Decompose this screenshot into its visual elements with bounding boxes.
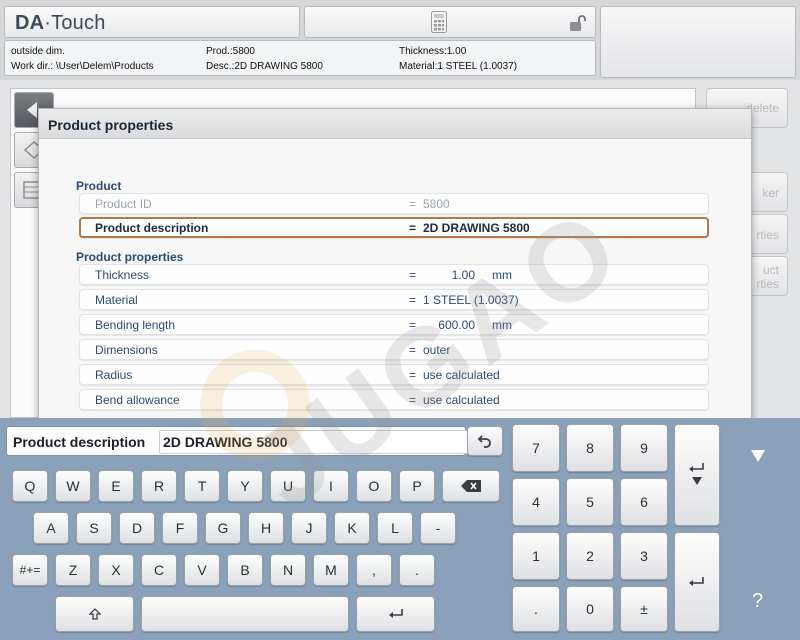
thickness-value: 1.00: [451, 268, 475, 282]
on-screen-keyboard: Product description Q W E R T Y U I O P …: [0, 418, 800, 640]
row-bend-allowance[interactable]: Bend allowance = use calculated: [79, 389, 709, 410]
key-n[interactable]: N: [270, 554, 306, 586]
dialog-body: Product Product ID = 5800 Product descri…: [39, 139, 751, 419]
key-c[interactable]: C: [141, 554, 177, 586]
key-b[interactable]: B: [227, 554, 263, 586]
key-t[interactable]: T: [184, 470, 220, 502]
section-title-product: Product: [76, 179, 122, 193]
dimensions-value: outer: [423, 343, 451, 357]
key-a[interactable]: A: [33, 512, 69, 544]
logo-box: DA·Touch: [4, 6, 300, 38]
key-7[interactable]: 7: [512, 424, 560, 472]
product-id-text: Prod.:5800: [206, 46, 255, 57]
keyboard-field-label: Product description: [13, 434, 146, 450]
key-4[interactable]: 4: [512, 478, 560, 526]
enter-key[interactable]: [356, 596, 435, 632]
key-w[interactable]: W: [55, 470, 91, 502]
key-k[interactable]: K: [334, 512, 370, 544]
key-1[interactable]: 1: [512, 532, 560, 580]
key-plus-minus[interactable]: ±: [620, 586, 668, 632]
enter-next-key[interactable]: [674, 424, 720, 526]
enter-icon: [388, 609, 403, 618]
thickness-text: Thickness:1.00: [399, 46, 467, 57]
key-x[interactable]: X: [98, 554, 134, 586]
row-thickness[interactable]: Thickness = 1.00 mm: [79, 264, 709, 285]
status-panel: [600, 6, 796, 78]
undo-button[interactable]: [467, 426, 503, 456]
help-button[interactable]: ?: [752, 590, 763, 613]
key-2[interactable]: 2: [566, 532, 614, 580]
key-l[interactable]: L: [377, 512, 413, 544]
row-bending-length[interactable]: Bending length = 600.00 mm: [79, 314, 709, 335]
key-u[interactable]: U: [270, 470, 306, 502]
bend-mode-text: outside dim.: [11, 46, 65, 57]
radius-value: use calculated: [423, 368, 500, 382]
symbols-key[interactable]: #+=: [12, 554, 48, 586]
material-value: 1 STEEL (1.0037): [423, 293, 519, 307]
key-y[interactable]: Y: [227, 470, 263, 502]
section-title-product-properties: Product properties: [76, 250, 184, 264]
backspace-icon: [461, 480, 481, 492]
key-i[interactable]: I: [313, 470, 349, 502]
thickness-unit: mm: [492, 268, 512, 282]
key-m[interactable]: M: [313, 554, 349, 586]
key-e[interactable]: E: [98, 470, 134, 502]
hide-keyboard-button[interactable]: [751, 446, 765, 467]
key-v[interactable]: V: [184, 554, 220, 586]
key-decimal[interactable]: .: [512, 586, 560, 632]
key-r[interactable]: R: [141, 470, 177, 502]
key-s[interactable]: S: [76, 512, 112, 544]
unlock-icon[interactable]: [569, 14, 587, 32]
key-period[interactable]: .: [399, 554, 435, 586]
key-dash[interactable]: -: [420, 512, 456, 544]
key-9[interactable]: 9: [620, 424, 668, 472]
space-key[interactable]: [141, 596, 349, 632]
key-0[interactable]: 0: [566, 586, 614, 632]
backspace-key[interactable]: [442, 470, 500, 502]
bend-allowance-value: use calculated: [423, 393, 500, 407]
row-product-description[interactable]: Product description = 2D DRAWING 5800: [79, 217, 709, 238]
key-f[interactable]: F: [162, 512, 198, 544]
product-description-input[interactable]: [159, 430, 469, 454]
enter-icon: [689, 577, 704, 586]
triangle-down-icon: [751, 450, 765, 462]
work-dir-text: Work dir.: \User\Delem\Products: [11, 61, 154, 72]
product-id-value: 5800: [423, 197, 450, 211]
keyboard-field: Product description: [6, 426, 469, 456]
calculator-icon[interactable]: [431, 11, 447, 33]
key-p[interactable]: P: [399, 470, 435, 502]
key-g[interactable]: G: [205, 512, 241, 544]
product-properties-dialog: Product properties Product Product ID = …: [38, 108, 752, 420]
row-radius[interactable]: Radius = use calculated: [79, 364, 709, 385]
key-comma[interactable]: ,: [356, 554, 392, 586]
shift-key[interactable]: [55, 596, 134, 632]
enter-numpad-key[interactable]: [674, 532, 720, 632]
top-bar: DA·Touch outside dim. Work dir.: \User\D…: [0, 0, 800, 80]
key-h[interactable]: H: [248, 512, 284, 544]
row-dimensions[interactable]: Dimensions = outer: [79, 339, 709, 360]
key-j[interactable]: J: [291, 512, 327, 544]
key-6[interactable]: 6: [620, 478, 668, 526]
app-logo: DA·Touch: [15, 12, 106, 34]
bending-length-value: 600.00: [438, 318, 475, 332]
undo-icon: [477, 435, 491, 448]
dialog-title: Product properties: [39, 109, 751, 139]
center-toolbar: [304, 6, 596, 38]
material-text: Material:1 STEEL (1.0037): [399, 61, 518, 72]
row-material[interactable]: Material = 1 STEEL (1.0037): [79, 289, 709, 310]
key-d[interactable]: D: [119, 512, 155, 544]
shift-icon: [88, 608, 101, 620]
key-3[interactable]: 3: [620, 532, 668, 580]
product-desc-text: Desc.:2D DRAWING 5800: [206, 61, 323, 72]
product-info-bar: outside dim. Work dir.: \User\Delem\Prod…: [4, 40, 596, 76]
key-o[interactable]: O: [356, 470, 392, 502]
enter-down-icon: [689, 463, 704, 485]
key-8[interactable]: 8: [566, 424, 614, 472]
row-product-id: Product ID = 5800: [79, 193, 709, 214]
key-q[interactable]: Q: [12, 470, 48, 502]
bending-length-unit: mm: [492, 318, 512, 332]
product-description-value: 2D DRAWING 5800: [423, 221, 530, 235]
key-z[interactable]: Z: [55, 554, 91, 586]
key-5[interactable]: 5: [566, 478, 614, 526]
